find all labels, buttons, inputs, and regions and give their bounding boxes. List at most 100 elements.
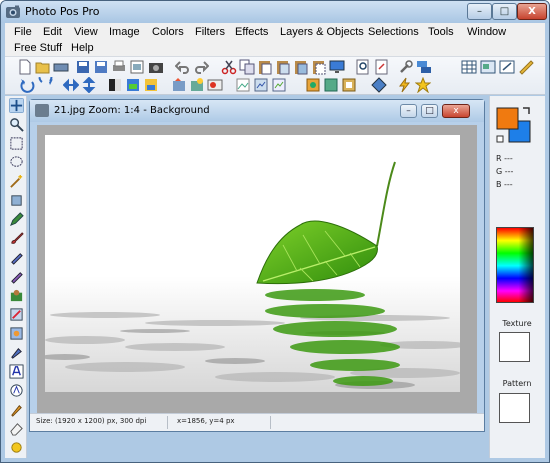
preview-icon[interactable] [129, 59, 145, 75]
menu-edit[interactable]: Edit [43, 26, 62, 38]
menu-image[interactable]: Image [109, 26, 140, 38]
eraser-icon[interactable] [9, 421, 24, 436]
color-replace-icon[interactable] [9, 440, 24, 455]
save-icon[interactable] [75, 59, 91, 75]
monitor-icon[interactable] [329, 59, 345, 75]
document-maximize-button[interactable]: □ [421, 104, 438, 118]
rotate-right-icon[interactable] [38, 77, 54, 93]
zoom-fit-icon[interactable] [374, 59, 390, 75]
magic-wand-icon[interactable] [9, 174, 24, 189]
move-icon[interactable] [9, 98, 24, 113]
shape-icon[interactable] [9, 383, 24, 398]
menu-selections[interactable]: Selections [368, 26, 419, 38]
smudge-icon[interactable] [9, 345, 24, 360]
rect-select-icon[interactable] [9, 136, 24, 151]
dropper-icon[interactable] [9, 402, 24, 417]
scan-icon[interactable] [53, 59, 69, 75]
texture-label: Texture [502, 319, 532, 328]
frame-icon[interactable] [235, 77, 251, 93]
print-icon[interactable] [111, 59, 127, 75]
document-close-button[interactable]: x [442, 104, 470, 118]
fill-icon[interactable] [9, 307, 24, 322]
levels-icon[interactable] [125, 77, 141, 93]
layer-add-icon[interactable] [253, 77, 269, 93]
pencil-icon[interactable] [9, 212, 24, 227]
close-button[interactable]: X [517, 3, 547, 20]
tool-palette [5, 96, 27, 458]
pattern-swatch[interactable] [499, 393, 530, 423]
app-icon [6, 5, 20, 18]
save-as-icon[interactable] [93, 59, 109, 75]
zoom-page-icon[interactable] [355, 59, 371, 75]
rotate-left-icon[interactable] [20, 77, 36, 93]
paste-icon[interactable] [257, 59, 273, 75]
paste-layer-icon[interactable] [293, 59, 309, 75]
minimize-button[interactable]: – [467, 3, 492, 20]
grid-icon[interactable] [461, 59, 477, 75]
crop-icon[interactable] [9, 193, 24, 208]
menu-filters[interactable]: Filters [195, 26, 225, 38]
hue-icon[interactable] [143, 77, 159, 93]
object-icon[interactable] [305, 77, 321, 93]
color-balance-icon[interactable] [107, 77, 123, 93]
green-readout: G --- [496, 167, 514, 176]
diamond-icon[interactable] [371, 77, 387, 93]
leaf-photo [45, 135, 460, 392]
resize-icon[interactable] [499, 59, 515, 75]
camera-icon[interactable] [148, 59, 164, 75]
zoom-icon[interactable] [9, 117, 24, 132]
menu-tools[interactable]: Tools [428, 26, 454, 38]
menu-window[interactable]: Window [467, 26, 506, 38]
document-status-bar: Size: (1920 x 1200) px, 300 dpi x=1856, … [30, 413, 484, 431]
text-icon[interactable] [9, 364, 24, 379]
menu-layers-objects[interactable]: Layers & Objects [280, 26, 364, 38]
star-icon[interactable] [415, 77, 431, 93]
open-icon[interactable] [35, 59, 51, 75]
picture-icon[interactable] [207, 77, 223, 93]
gradient-icon[interactable] [9, 326, 24, 341]
new-icon[interactable] [17, 59, 33, 75]
layers-icon[interactable] [416, 59, 432, 75]
screenshot-icon[interactable] [480, 59, 496, 75]
selection-icon[interactable] [323, 77, 339, 93]
blue-readout: B --- [496, 180, 513, 189]
menu-help[interactable]: Help [71, 42, 94, 54]
color-spectrum-picker[interactable] [496, 227, 534, 303]
document-title-bar: 21.jpg Zoom: 1:4 - Background – □ x [30, 100, 484, 122]
red-eye-icon[interactable] [9, 288, 24, 303]
lasso-icon[interactable] [9, 155, 24, 170]
menu-colors[interactable]: Colors [152, 26, 184, 38]
spectrum-shade [497, 228, 533, 302]
lightning-icon[interactable] [397, 77, 413, 93]
text-layer-icon[interactable] [271, 77, 287, 93]
menu-free-stuff[interactable]: Free Stuff [14, 42, 62, 54]
ruler-icon[interactable] [518, 59, 534, 75]
flip-vertical-icon[interactable] [81, 77, 97, 93]
leaf-image[interactable] [45, 135, 460, 392]
cut-icon[interactable] [221, 59, 237, 75]
copy-icon[interactable] [239, 59, 255, 75]
color-swatches[interactable] [494, 105, 534, 145]
clone-icon[interactable] [9, 269, 24, 284]
airbrush-icon[interactable] [9, 250, 24, 265]
brush-icon[interactable] [9, 231, 24, 246]
canvas-area[interactable] [37, 125, 477, 413]
texture-swatch[interactable] [499, 332, 530, 362]
image-file-icon [35, 104, 49, 117]
effect-icon[interactable] [189, 77, 205, 93]
redo-icon[interactable] [193, 59, 209, 75]
tools-icon[interactable] [398, 59, 414, 75]
flip-horizontal-icon[interactable] [63, 77, 79, 93]
menu-bar: File Edit View Image Colors Filters Effe… [5, 23, 545, 57]
menu-view[interactable]: View [74, 26, 98, 38]
menu-file[interactable]: File [14, 26, 32, 38]
menu-effects[interactable]: Effects [235, 26, 268, 38]
document-minimize-button[interactable]: – [400, 104, 417, 118]
filter-icon[interactable] [171, 77, 187, 93]
image-size-readout: Size: (1920 x 1200) px, 300 dpi [36, 417, 147, 425]
undo-icon[interactable] [175, 59, 191, 75]
mask-icon[interactable] [341, 77, 357, 93]
paste-new-icon[interactable] [275, 59, 291, 75]
maximize-button[interactable]: □ [492, 3, 517, 20]
paste-selection-icon[interactable] [311, 59, 327, 75]
